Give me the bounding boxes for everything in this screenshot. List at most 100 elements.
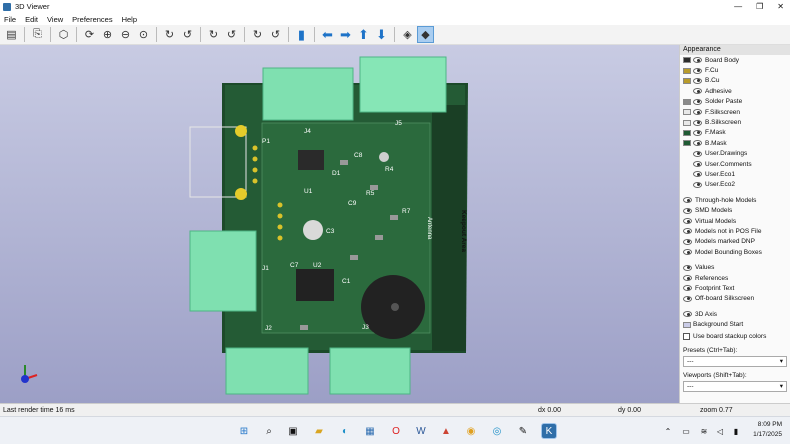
visibility-icon[interactable] [683, 207, 692, 214]
visibility-icon[interactable] [683, 218, 692, 225]
layer-row-solder-paste[interactable]: Solder Paste [680, 97, 790, 107]
color-swatch[interactable] [683, 321, 691, 328]
layer-row-user-eco2[interactable]: User.Eco2 [680, 180, 790, 190]
layer-row-user-drawings[interactable]: User.Drawings [680, 149, 790, 159]
layer-row-values[interactable]: Values [680, 262, 790, 272]
search-icon[interactable]: ⌕ [261, 423, 277, 439]
layers-toggle-icon[interactable]: ◆ [417, 26, 434, 43]
render-icon[interactable]: ▤ [3, 26, 20, 43]
layer-row-board-body[interactable]: Board Body [680, 55, 790, 65]
layer-row-user-eco1[interactable]: User.Eco1 [680, 169, 790, 179]
copy-icon[interactable]: ⎘ [29, 26, 46, 43]
browser-icon[interactable]: ◎ [489, 423, 505, 439]
bounding-box-icon[interactable] [683, 249, 692, 256]
visibility-icon[interactable] [683, 228, 692, 235]
color-swatch[interactable] [683, 151, 691, 157]
color-swatch[interactable] [683, 88, 691, 94]
viewports-dropdown[interactable]: --- ▾ [683, 380, 787, 392]
file-explorer-icon[interactable]: ▰ [311, 423, 327, 439]
color-swatch[interactable] [683, 140, 691, 147]
visibility-icon[interactable] [693, 109, 702, 116]
color-swatch[interactable] [683, 182, 691, 188]
maximize-button[interactable]: ❐ [756, 2, 763, 11]
layer-row-b-silkscreen[interactable]: B.Silkscreen [680, 117, 790, 127]
layer-row-b-mask[interactable]: B.Mask [680, 138, 790, 148]
rotate-y-ccw-icon[interactable]: ↺ [223, 26, 240, 43]
layer-row-model-bounding-boxes[interactable]: Model Bounding Boxes [680, 247, 790, 257]
visibility-icon[interactable] [683, 311, 692, 318]
app-icon[interactable]: ✎ [515, 423, 531, 439]
visibility-icon[interactable] [693, 140, 702, 147]
rotate-z-ccw-icon[interactable]: ↺ [267, 26, 284, 43]
layer-row-virtual-models[interactable]: Virtual Models [680, 216, 790, 226]
app-icon[interactable]: ▲ [438, 423, 454, 439]
layer-row-user-comments[interactable]: User.Comments [680, 159, 790, 169]
color-swatch[interactable] [683, 109, 691, 116]
visibility-icon[interactable] [683, 197, 692, 204]
zoom-in-icon[interactable]: ⊕ [99, 26, 116, 43]
pan-up-icon[interactable]: ⬆ [355, 26, 372, 43]
pan-right-icon[interactable]: ➡ [337, 26, 354, 43]
menu-view[interactable]: View [47, 15, 63, 24]
rotate-z-cw-icon[interactable]: ↻ [249, 26, 266, 43]
opera-icon[interactable]: O [388, 423, 404, 439]
menu-edit[interactable]: Edit [25, 15, 38, 24]
tray-chevron-icon[interactable]: ⌃ [660, 423, 676, 439]
tray-app-icon[interactable]: ▭ [678, 423, 694, 439]
layer-row-3d-axis[interactable]: 3D Axis [680, 309, 790, 319]
edge-icon[interactable]: ◐ [337, 423, 353, 439]
visibility-icon[interactable] [693, 119, 702, 126]
rotate-x-cw-icon[interactable]: ↻ [161, 26, 178, 43]
visibility-icon[interactable] [693, 77, 702, 84]
zoom-fit-icon[interactable]: ⊙ [135, 26, 152, 43]
clock[interactable]: 8:09 PM 1/17/2025 [753, 420, 782, 440]
layer-row-adhesive[interactable]: Adhesive [680, 86, 790, 96]
color-swatch[interactable] [683, 67, 691, 74]
layer-row-smd-models[interactable]: SMD Models [680, 205, 790, 215]
rotate-y-cw-icon[interactable]: ↻ [205, 26, 222, 43]
layer-row-b-cu[interactable]: B.Cu [680, 76, 790, 86]
color-swatch[interactable] [683, 129, 691, 136]
visibility-icon[interactable] [683, 275, 692, 281]
minimize-button[interactable]: — [734, 2, 742, 11]
speaker-icon[interactable]: ◁ [712, 423, 728, 439]
layer-row-f-silkscreen[interactable]: F.Silkscreen [680, 107, 790, 117]
flip-board-icon[interactable]: ▮ [293, 26, 310, 43]
color-swatch[interactable] [683, 119, 691, 126]
layer-row-off-board-silkscreen[interactable]: Off-board Silkscreen [680, 294, 790, 304]
visibility-icon[interactable] [693, 161, 702, 168]
color-swatch[interactable] [683, 161, 691, 167]
menu-preferences[interactable]: Preferences [72, 15, 112, 24]
layer-row-models-marked-dnp[interactable]: Models marked DNP [680, 237, 790, 247]
store-icon[interactable]: ▦ [362, 423, 378, 439]
box-view-icon[interactable]: ⬡ [55, 26, 72, 43]
visibility-icon[interactable] [693, 150, 702, 157]
stackup-colors-checkbox[interactable]: Use board stackup colors [680, 332, 790, 342]
pan-left-icon[interactable]: ⬅ [319, 26, 336, 43]
visibility-icon[interactable] [693, 98, 702, 105]
visibility-icon[interactable] [693, 88, 702, 95]
visibility-icon[interactable] [693, 67, 702, 74]
visibility-icon[interactable] [683, 285, 692, 292]
visibility-icon[interactable] [693, 181, 702, 188]
chrome-icon[interactable]: ◉ [463, 423, 479, 439]
wifi-icon[interactable]: ≋ [696, 423, 712, 439]
bounding-box-icon[interactable] [693, 57, 702, 64]
layer-row-footprint-text[interactable]: Footprint Text [680, 283, 790, 293]
3d-viewport[interactable]: J4 J5 P1 J1 U1 U2 C1 C3 C7 C8 C9 J2 J3 D… [0, 45, 679, 403]
windows-start-icon[interactable]: ⊞ [236, 423, 252, 439]
visibility-icon[interactable] [693, 129, 702, 136]
layer-row-f-cu[interactable]: F.Cu [680, 65, 790, 75]
presets-dropdown[interactable]: --- ▾ [683, 355, 787, 367]
battery-icon[interactable]: ▮ [728, 423, 744, 439]
layer-row-f-mask[interactable]: F.Mask [680, 128, 790, 138]
layer-row-models-not-in-pos-file[interactable]: Models not in POS File [680, 226, 790, 236]
task-view-icon[interactable]: ▣ [285, 423, 301, 439]
menu-file[interactable]: File [4, 15, 16, 24]
rotate-x-ccw-icon[interactable]: ↺ [179, 26, 196, 43]
visibility-icon[interactable] [683, 264, 692, 271]
word-icon[interactable]: W [413, 423, 429, 439]
color-swatch[interactable] [683, 98, 691, 105]
visibility-icon[interactable] [683, 238, 692, 245]
layer-row-background-start[interactable]: Background Start [680, 319, 790, 329]
